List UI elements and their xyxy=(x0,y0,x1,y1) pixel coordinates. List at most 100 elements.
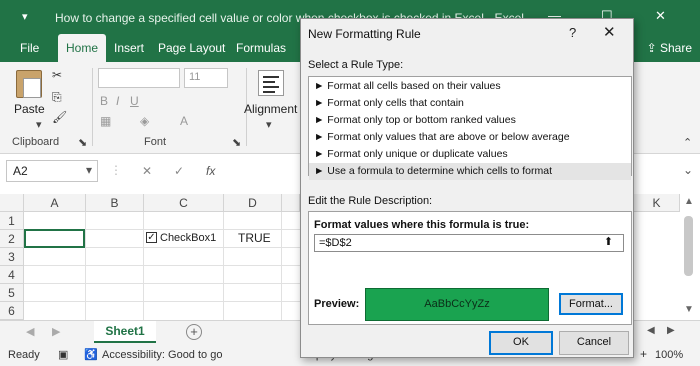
preview-label: Preview: xyxy=(314,298,360,310)
rule-type-item[interactable]: ► Format all cells based on their values xyxy=(309,78,631,95)
grid-line xyxy=(143,212,144,320)
font-launcher-icon[interactable]: ⬊ xyxy=(232,136,241,149)
italic-icon[interactable]: I xyxy=(116,94,119,108)
font-color-icon[interactable]: A xyxy=(180,114,188,128)
font-size-field[interactable]: 11 xyxy=(184,68,228,88)
column-header[interactable]: B xyxy=(86,194,144,212)
select-rule-type-label: Select a Rule Type: xyxy=(308,59,404,71)
tab-insert[interactable]: Insert xyxy=(106,34,152,62)
rule-type-item[interactable]: ► Format only unique or duplicate values xyxy=(309,146,631,163)
column-header[interactable]: K xyxy=(634,194,680,212)
borders-icon[interactable]: ▦ xyxy=(100,114,111,128)
grid-line xyxy=(24,283,300,284)
close-icon[interactable]: ✕ xyxy=(603,23,616,41)
fill-color-icon[interactable]: ◈ xyxy=(140,114,149,128)
edit-rule-label: Edit the Rule Description: xyxy=(308,195,433,207)
accessibility-icon[interactable]: ♿ xyxy=(84,348,98,361)
macro-record-icon[interactable]: ▣ xyxy=(58,348,68,361)
column-header[interactable]: A xyxy=(24,194,86,212)
tab-formulas[interactable]: Formulas xyxy=(228,34,294,62)
underline-icon[interactable]: U xyxy=(130,94,139,108)
row-header[interactable]: 1 xyxy=(0,212,24,230)
enter-entry-icon[interactable]: ✓ xyxy=(174,164,184,178)
tab-home[interactable]: Home xyxy=(58,34,107,62)
insert-function-icon[interactable]: fx xyxy=(206,164,215,178)
paste-button[interactable]: Paste xyxy=(14,102,45,116)
tab-file[interactable]: File xyxy=(12,34,47,62)
alignment-button[interactable]: Alignment xyxy=(244,102,297,116)
name-box[interactable]: A2 xyxy=(6,160,98,182)
share-icon: ⇪ xyxy=(646,41,660,55)
cell-d2[interactable]: TRUE xyxy=(238,231,271,245)
new-formatting-rule-dialog: New Formatting Rule ? ✕ Select a Rule Ty… xyxy=(300,18,634,358)
collapse-ribbon-icon[interactable]: ⌃ xyxy=(683,136,692,149)
select-all-corner[interactable] xyxy=(0,194,24,212)
quick-access-dropdown[interactable]: ▾ xyxy=(22,10,28,23)
rule-type-item[interactable]: ► Format only top or bottom ranked value… xyxy=(309,112,631,129)
scroll-right-icon[interactable]: ▶ xyxy=(667,325,675,336)
formula-bar-options-icon[interactable]: ⋮ xyxy=(110,163,122,177)
expand-formula-bar-icon[interactable]: ⌄ xyxy=(683,163,693,177)
dialog-title: New Formatting Rule xyxy=(308,27,421,41)
share-button[interactable]: ⇪ Share xyxy=(647,41,692,55)
add-sheet-icon[interactable]: + xyxy=(186,324,202,340)
scroll-up-icon[interactable]: ▲ xyxy=(684,196,694,207)
prev-sheet-icon[interactable]: ◀ xyxy=(26,325,34,338)
paste-dropdown-icon[interactable]: ▾ xyxy=(36,118,42,131)
formula-label: Format values where this formula is true… xyxy=(314,219,530,231)
font-name-field[interactable] xyxy=(98,68,180,88)
row-header[interactable]: 2 xyxy=(0,230,24,248)
column-header[interactable] xyxy=(282,194,300,212)
alignment-icon[interactable] xyxy=(258,70,284,96)
scroll-left-icon[interactable]: ◀ xyxy=(647,325,655,336)
copy-icon[interactable]: ⎘ xyxy=(52,90,62,105)
collapse-dialog-icon[interactable]: ⬆ xyxy=(600,235,617,251)
ribbon-separator xyxy=(92,68,93,146)
sheet-tab-sheet1[interactable]: Sheet1 xyxy=(94,321,156,343)
close-window-button[interactable]: ✕ xyxy=(655,8,666,24)
zoom-level[interactable]: 100% xyxy=(655,349,683,361)
grid-line xyxy=(223,212,224,320)
format-painter-icon[interactable]: 🖌 xyxy=(52,110,67,124)
grid-line xyxy=(85,212,86,320)
clipboard-launcher-icon[interactable]: ⬊ xyxy=(78,136,87,149)
cancel-button[interactable]: Cancel xyxy=(559,331,629,355)
share-label: Share xyxy=(659,41,692,55)
selected-cell-a2[interactable] xyxy=(24,229,85,248)
scroll-down-icon[interactable]: ▼ xyxy=(684,304,694,315)
row-header[interactable]: 3 xyxy=(0,248,24,266)
zoom-in-icon[interactable]: + xyxy=(640,347,647,361)
checkbox1[interactable]: ✓ xyxy=(146,232,157,243)
rule-type-item-selected[interactable]: ► Use a formula to determine which cells… xyxy=(309,163,631,180)
name-box-dropdown-icon[interactable]: ▾ xyxy=(86,163,92,177)
rule-type-item[interactable]: ► Format only values that are above or b… xyxy=(309,129,631,146)
row-header[interactable]: 4 xyxy=(0,266,24,284)
checkbox1-label: CheckBox1 xyxy=(160,232,217,244)
font-group-label: Font xyxy=(144,136,167,148)
clipboard-group-label: Clipboard xyxy=(12,136,60,148)
row-header[interactable]: 6 xyxy=(0,302,24,320)
format-preview: AaBbCcYyZz xyxy=(365,288,549,321)
paste-icon[interactable] xyxy=(16,70,42,98)
grid-line xyxy=(24,265,300,266)
grid-line xyxy=(281,212,282,320)
accessibility-status[interactable]: Accessibility: Good to go xyxy=(102,349,222,361)
formula-input[interactable]: =$D$2 xyxy=(314,234,624,252)
column-header[interactable]: C xyxy=(144,194,224,212)
rule-type-item[interactable]: ► Format only cells that contain xyxy=(309,95,631,112)
row-header[interactable]: 5 xyxy=(0,284,24,302)
format-button[interactable]: Format... xyxy=(559,293,623,315)
rule-description-panel: Format values where this formula is true… xyxy=(308,211,632,325)
vertical-scrollbar[interactable] xyxy=(684,216,693,276)
ok-button[interactable]: OK xyxy=(489,331,553,355)
grid-line xyxy=(24,301,300,302)
help-icon[interactable]: ? xyxy=(569,25,576,40)
tab-page-layout[interactable]: Page Layout xyxy=(150,34,233,62)
column-header[interactable]: D xyxy=(224,194,282,212)
next-sheet-icon[interactable]: ▶ xyxy=(52,325,60,338)
bold-icon[interactable]: B xyxy=(100,94,108,108)
alignment-dropdown-icon[interactable]: ▾ xyxy=(266,118,272,131)
cancel-entry-icon[interactable]: ✕ xyxy=(142,164,152,178)
status-ready: Ready xyxy=(8,349,40,361)
cut-icon[interactable]: ✂ xyxy=(52,68,62,82)
